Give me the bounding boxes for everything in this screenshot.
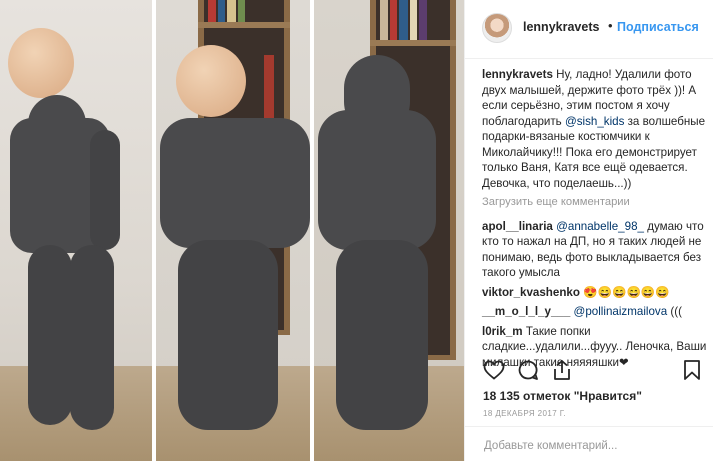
header-username[interactable]: lennykravets [523, 20, 599, 34]
shelf-board [370, 40, 456, 46]
shelf-board [198, 22, 290, 28]
comment-username[interactable]: __m_o_l_l_y___ [482, 305, 570, 318]
avatar[interactable] [482, 13, 512, 43]
book [238, 0, 245, 22]
post-photo-collage[interactable] [0, 0, 464, 461]
book [227, 0, 236, 22]
book [419, 0, 427, 40]
child-head [176, 45, 246, 117]
book [380, 0, 388, 40]
knit-pants-right [70, 245, 114, 430]
caption-username[interactable]: lennykravets [482, 68, 553, 81]
knit-arm [90, 130, 120, 250]
comment-item: __m_o_l_l_y___ @pollinaizmailova ((( [482, 304, 708, 320]
header-separator: • [608, 18, 613, 33]
comment-username[interactable]: apol__linaria [482, 220, 553, 233]
knit-pants [178, 240, 278, 430]
post-date[interactable]: 18 декабря 2017 г. [483, 409, 566, 418]
add-comment-bar [465, 426, 713, 462]
knit-sweater [318, 110, 436, 250]
knit-pants [336, 240, 428, 430]
comment-username[interactable]: viktor_kvashenko [482, 286, 580, 299]
comment-mention[interactable]: @annabelle_98_ [556, 220, 644, 233]
likes-count[interactable]: 18 135 отметок "Нравится" [483, 389, 642, 403]
post-side-panel: lennykravets • Подписаться lennykravets … [464, 0, 713, 461]
add-comment-input[interactable] [482, 435, 696, 457]
heart-icon[interactable] [482, 358, 506, 382]
knit-pants-left [28, 245, 72, 425]
comment-text: 😍😄😄😄😄😄 [579, 285, 670, 299]
child-head [8, 28, 74, 98]
comment-username[interactable]: l0rik_m [482, 325, 523, 338]
photo-panel-3 [314, 0, 464, 461]
load-more-comments-button[interactable]: Загрузить еще комментарии [482, 195, 708, 211]
instagram-post: lennykravets • Подписаться lennykravets … [0, 0, 713, 461]
caption-mention[interactable]: @sish_kids [565, 115, 624, 128]
comment-mention[interactable]: @pollinaizmailova [574, 305, 668, 318]
bookmark-icon[interactable] [680, 358, 704, 382]
follow-button[interactable]: Подписаться [617, 20, 699, 34]
knit-sweater [160, 118, 310, 248]
book [399, 0, 408, 40]
book [208, 0, 216, 22]
comment-text: ((( [667, 305, 682, 318]
comments-list: lennykravets Ну, ладно! Удалили фото дву… [482, 67, 708, 374]
comment-bubble-icon[interactable] [516, 358, 540, 382]
comment-item: apol__linaria @annabelle_98_ думаю что к… [482, 219, 708, 281]
photo-panel-2 [156, 0, 310, 461]
action-bar [482, 358, 702, 384]
comment-item: viktor_kvashenko 😍😄😄😄😄😄 [482, 285, 708, 301]
photo-panel-1 [0, 0, 152, 461]
caption: lennykravets Ну, ладно! Удалили фото дву… [482, 67, 708, 191]
book [410, 0, 417, 40]
book [390, 0, 397, 40]
post-header: lennykravets • Подписаться [465, 0, 713, 59]
book [218, 0, 225, 22]
share-icon[interactable] [550, 358, 574, 382]
